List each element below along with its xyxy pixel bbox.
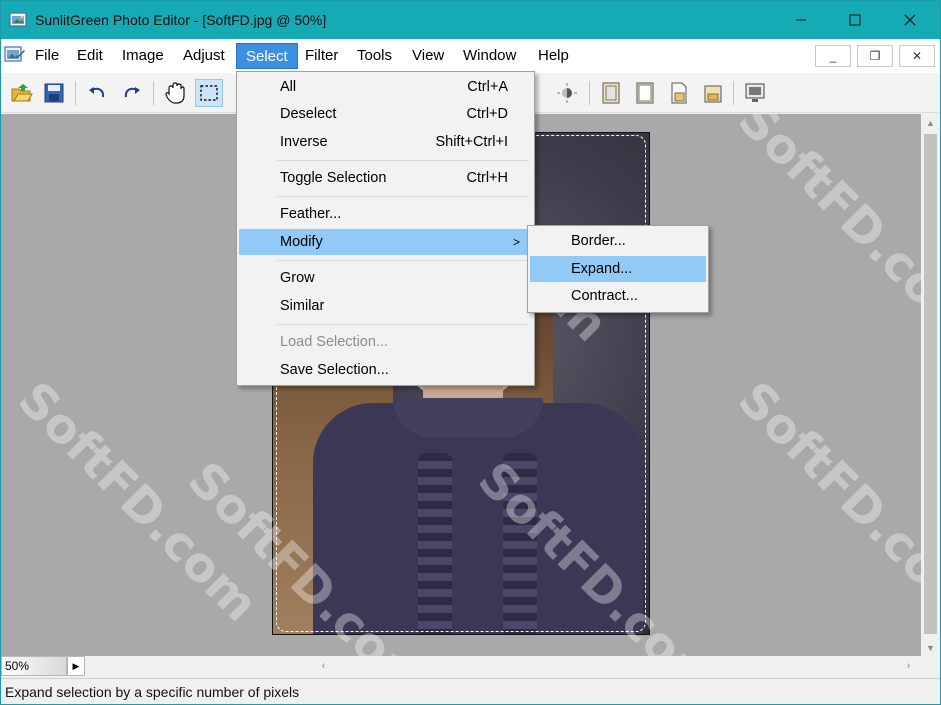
hand-icon (165, 82, 185, 104)
status-bar: Expand selection by a specific number of… (1, 678, 940, 704)
maximize-button[interactable] (832, 1, 878, 39)
rect-select-icon (200, 85, 218, 101)
canvas-size-button[interactable] (631, 79, 659, 107)
border-frame-button[interactable] (597, 79, 625, 107)
title-bar[interactable]: SunlitGreen Photo Editor - [SoftFD.jpg @… (1, 1, 940, 39)
submenu-item-border[interactable]: Border... (530, 228, 706, 254)
menu-item-all[interactable]: All Ctrl+A (239, 74, 532, 100)
submenu-item-expand[interactable]: Expand... (530, 256, 706, 282)
redo-icon (124, 87, 140, 98)
menu-item-toggle-selection[interactable]: Toggle Selection Ctrl+H (239, 165, 532, 191)
watermark: SoftFD.com (727, 371, 921, 633)
fullscreen-button[interactable] (741, 79, 769, 107)
crop-button[interactable] (699, 79, 727, 107)
select-menu: All Ctrl+A Deselect Ctrl+D Inverse Shift… (236, 71, 535, 386)
save-icon (44, 83, 64, 103)
menu-window[interactable]: Window (454, 43, 525, 69)
close-button[interactable] (887, 1, 933, 39)
menu-adjust[interactable]: Adjust (174, 43, 234, 69)
scroll-right-icon[interactable]: › (900, 656, 917, 676)
menu-item-save-selection[interactable]: Save Selection... (239, 357, 532, 383)
resize-icon (671, 82, 687, 104)
menu-edit[interactable]: Edit (68, 43, 112, 69)
mdi-minimize-button[interactable]: _ (815, 45, 851, 67)
mdi-restore-button[interactable]: ❐ (857, 45, 893, 67)
menu-file[interactable]: File (26, 43, 68, 69)
undo-icon (89, 87, 105, 98)
minimize-button[interactable] (778, 1, 824, 39)
menu-bar: File Edit Image Adjust Select Filter Too… (1, 39, 940, 73)
vertical-scroll-thumb[interactable] (924, 134, 937, 634)
mdi-minimize-icon: _ (829, 49, 837, 63)
redo-button[interactable] (118, 79, 146, 107)
play-arrow-icon: ▶ (72, 660, 80, 671)
mdi-close-button[interactable]: ✕ (899, 45, 935, 67)
menu-item-feather[interactable]: Feather... (239, 201, 532, 227)
menu-view[interactable]: View (403, 43, 453, 69)
zoom-menu-button[interactable]: ▶ (67, 656, 85, 676)
document-icon (4, 46, 25, 62)
menu-item-grow[interactable]: Grow (239, 265, 532, 291)
horizontal-scrollbar[interactable]: ‹ › (85, 656, 921, 676)
submenu-item-contract[interactable]: Contract... (530, 283, 706, 309)
menu-help[interactable]: Help (529, 43, 578, 69)
maximize-icon (849, 14, 861, 26)
chevron-right-icon: > (512, 235, 520, 249)
border-frame-icon (602, 82, 620, 104)
menu-item-similar[interactable]: Similar (239, 293, 532, 319)
menu-item-deselect[interactable]: Deselect Ctrl+D (239, 101, 532, 127)
zoom-level[interactable]: 50% (1, 656, 67, 676)
mdi-restore-icon: ❐ (869, 49, 881, 63)
scroll-left-icon[interactable]: ‹ (315, 656, 332, 676)
minimize-icon (796, 19, 806, 21)
brightness-icon (557, 83, 577, 103)
crop-icon (704, 85, 722, 103)
app-icon (9, 12, 27, 27)
menu-item-modify[interactable]: Modify > (239, 229, 532, 255)
brightness-button[interactable] (553, 79, 581, 107)
scroll-up-icon[interactable]: ▲ (921, 114, 940, 131)
mdi-close-icon: ✕ (911, 49, 923, 63)
open-button[interactable] (8, 79, 36, 107)
menu-tools[interactable]: Tools (348, 43, 401, 69)
undo-button[interactable] (83, 79, 111, 107)
window-title: SunlitGreen Photo Editor - [SoftFD.jpg @… (35, 12, 327, 28)
menu-item-load-selection: Load Selection... (280, 334, 389, 350)
watermark: SoftFD.com (727, 114, 921, 353)
canvas-size-icon (636, 82, 654, 104)
menu-image[interactable]: Image (113, 43, 173, 69)
save-button[interactable] (40, 79, 68, 107)
fullscreen-icon (745, 83, 765, 102)
hand-tool-button[interactable] (161, 79, 189, 107)
menu-filter[interactable]: Filter (296, 43, 347, 69)
resize-button[interactable] (665, 79, 693, 107)
vertical-scrollbar[interactable]: ▲ ▼ (921, 114, 940, 656)
close-icon (904, 14, 916, 26)
rect-select-button[interactable] (195, 79, 223, 107)
menu-select[interactable]: Select (236, 43, 298, 69)
menu-item-inverse[interactable]: Inverse Shift+Ctrl+I (239, 129, 532, 155)
app-window: SunlitGreen Photo Editor - [SoftFD.jpg @… (0, 0, 941, 705)
scroll-down-icon[interactable]: ▼ (921, 639, 940, 656)
modify-submenu: Border... Expand... Contract... (527, 225, 709, 313)
open-icon (11, 84, 33, 102)
